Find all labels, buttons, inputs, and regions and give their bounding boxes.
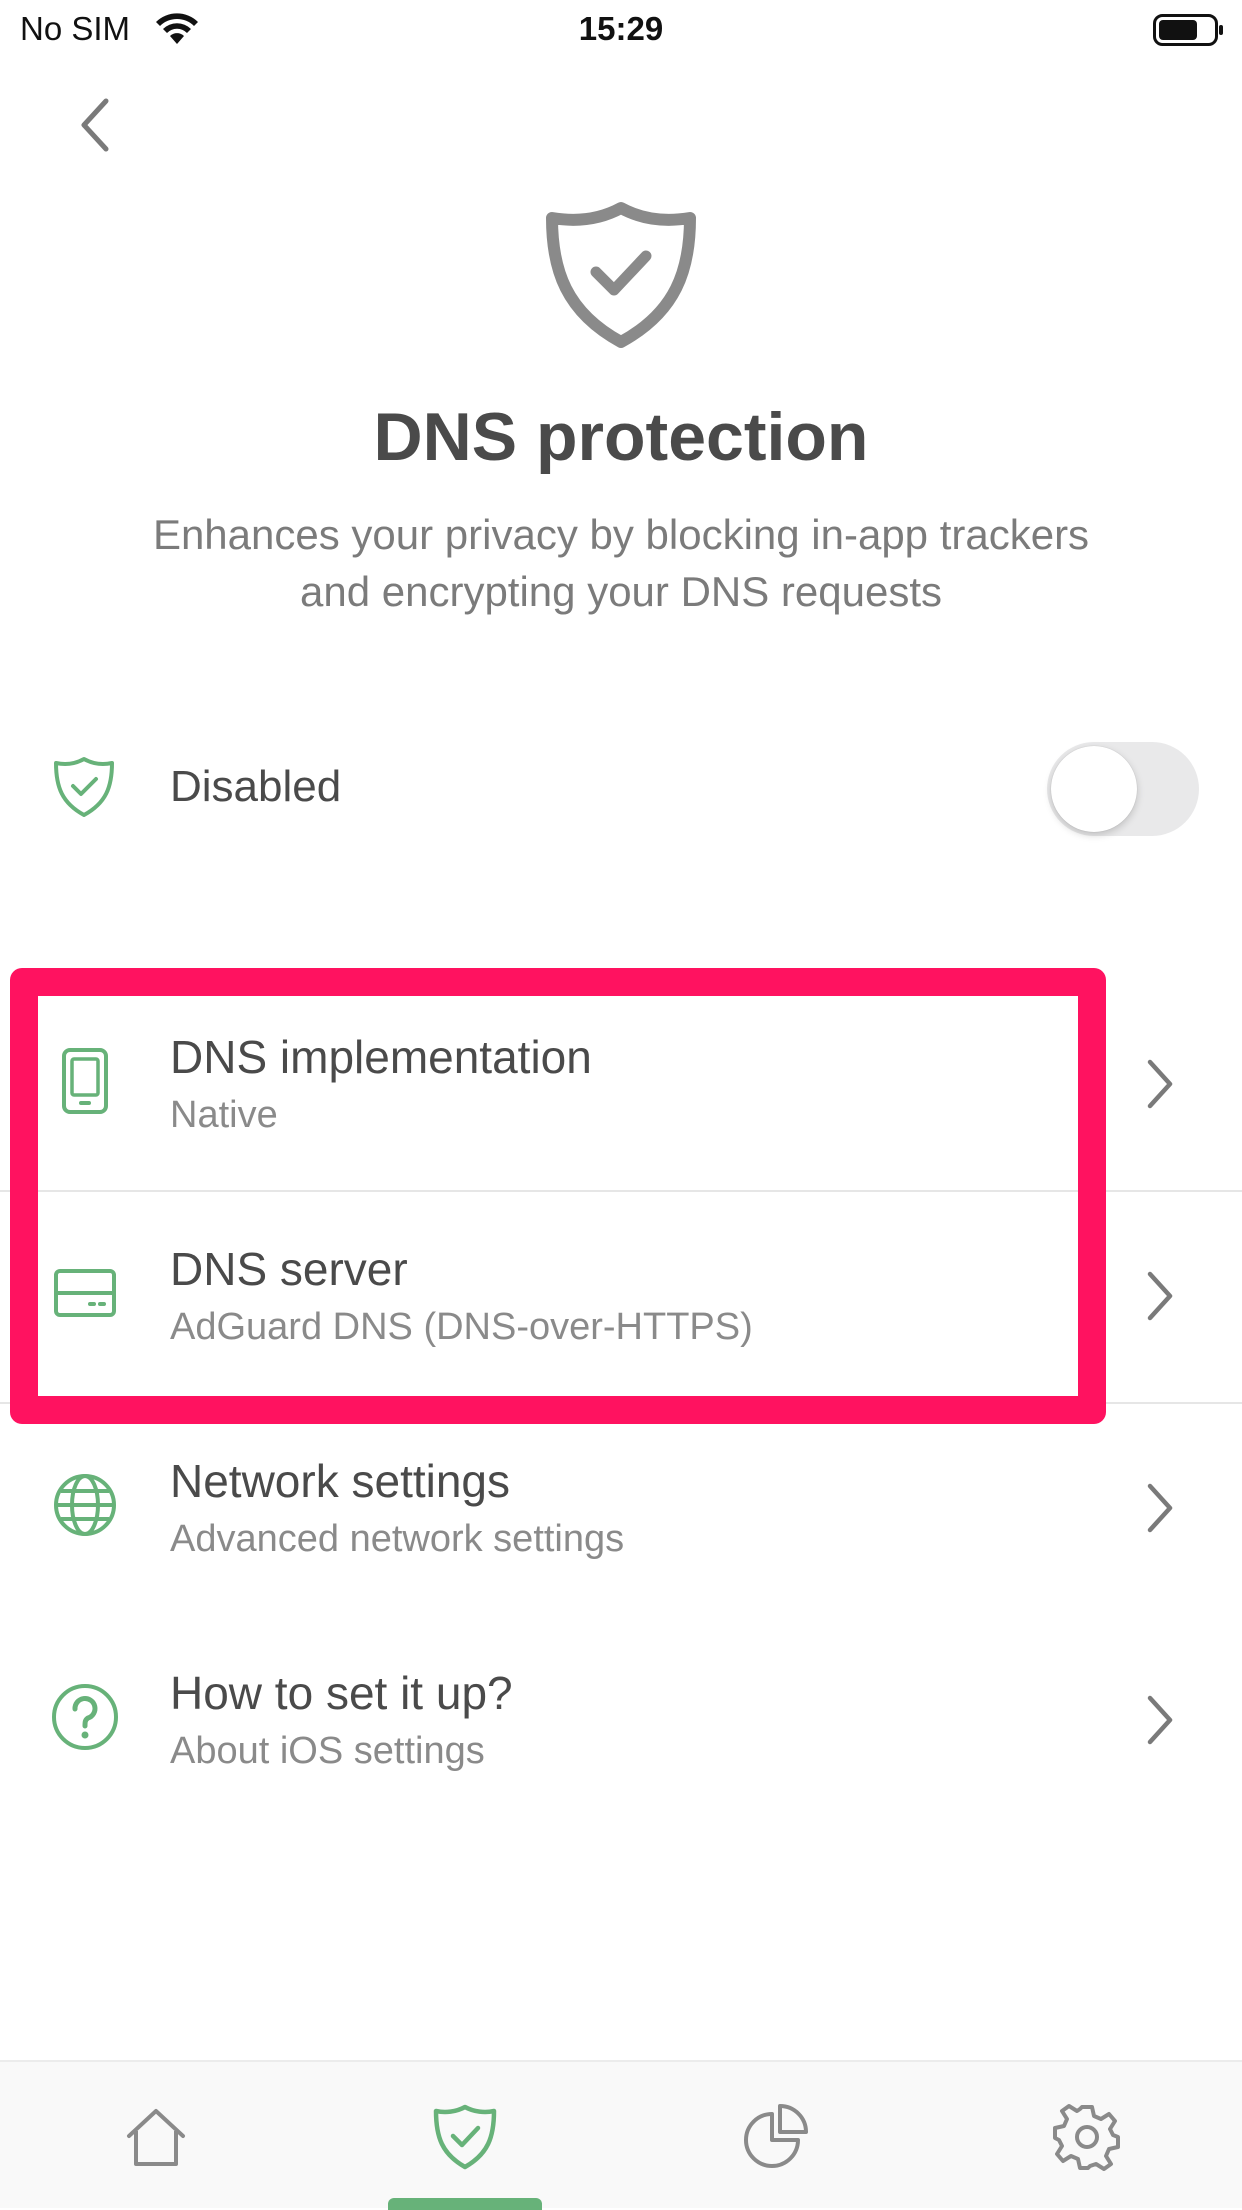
menu-item-subtitle: AdGuard DNS (DNS-over-HTTPS) bbox=[170, 1306, 753, 1348]
menu-item-subtitle: About iOS settings bbox=[170, 1730, 485, 1772]
chevron-right-icon bbox=[1147, 1695, 1173, 1745]
menu-item-title: Network settings bbox=[170, 1455, 511, 1507]
gear-icon[interactable] bbox=[1052, 2102, 1122, 2172]
battery-icon bbox=[1153, 14, 1223, 46]
protection-status-row: Disabled bbox=[0, 730, 1242, 848]
menu-item-how-to-set-up[interactable]: How to set it up? About iOS settings bbox=[0, 1614, 1242, 1826]
page-title: DNS protection bbox=[373, 399, 869, 475]
home-icon[interactable] bbox=[121, 2102, 191, 2172]
active-tab-indicator bbox=[388, 2198, 542, 2210]
shield-icon[interactable] bbox=[430, 2102, 500, 2172]
menu-item-title: DNS server bbox=[170, 1243, 408, 1295]
server-icon bbox=[54, 1269, 116, 1317]
menu-item-dns-implementation[interactable]: DNS implementation Native bbox=[0, 978, 1242, 1190]
page-subtitle-line-2: and encrypting your DNS requests bbox=[300, 568, 942, 615]
menu-item-subtitle: Advanced network settings bbox=[170, 1518, 625, 1560]
status-bar: No SIM 15:29 bbox=[0, 0, 1242, 60]
protection-status-label: Disabled bbox=[170, 762, 342, 811]
globe-icon bbox=[54, 1474, 116, 1536]
shield-check-icon bbox=[546, 202, 696, 348]
toggle-knob bbox=[1051, 746, 1137, 832]
menu-item-network-settings[interactable]: Network settings Advanced network settin… bbox=[0, 1402, 1242, 1614]
page-subtitle: Enhances your privacy by blocking in-app… bbox=[60, 506, 1182, 620]
stats-icon[interactable] bbox=[740, 2102, 810, 2172]
menu-item-subtitle: Native bbox=[170, 1094, 278, 1136]
clock: 15:29 bbox=[578, 10, 664, 47]
menu-item-dns-server[interactable]: DNS server AdGuard DNS (DNS-over-HTTPS) bbox=[0, 1190, 1242, 1402]
protection-toggle[interactable] bbox=[1047, 742, 1199, 836]
tab-bar bbox=[0, 2060, 1242, 2210]
chevron-right-icon bbox=[1147, 1271, 1173, 1321]
phone-icon bbox=[62, 1048, 108, 1114]
page-subtitle-line-1: Enhances your privacy by blocking in-app… bbox=[152, 511, 1090, 558]
menu-item-title: How to set it up? bbox=[170, 1667, 513, 1719]
shield-icon bbox=[54, 757, 114, 817]
question-icon bbox=[52, 1684, 118, 1750]
menu-item-title: DNS implementation bbox=[170, 1031, 592, 1083]
chevron-right-icon bbox=[1147, 1483, 1173, 1533]
chevron-right-icon bbox=[1147, 1059, 1173, 1109]
back-button[interactable] bbox=[70, 95, 120, 155]
